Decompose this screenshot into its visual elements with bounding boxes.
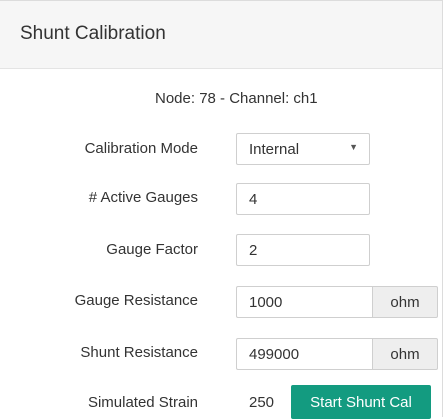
node-channel-info: Node: 78 - Channel: ch1 <box>155 90 318 107</box>
gauge-resistance-unit: ohm <box>372 286 438 318</box>
panel-header: Shunt Calibration <box>0 1 442 69</box>
gauge-resistance-group: 1000 ohm <box>236 286 438 318</box>
calibration-mode-value: Internal <box>249 141 300 158</box>
gauge-factor-value: 2 <box>249 242 258 259</box>
shunt-calibration-panel: Shunt Calibration Node: 78 - Channel: ch… <box>0 0 443 419</box>
caret-down-icon: ▼ <box>349 142 358 152</box>
shunt-resistance-group: 499000 ohm <box>236 338 438 370</box>
active-gauges-value: 4 <box>249 191 258 208</box>
gauge-resistance-value: 1000 <box>249 294 283 311</box>
start-shunt-cal-button[interactable]: Start Shunt Cal <box>291 385 431 419</box>
active-gauges-label: # Active Gauges <box>88 189 198 206</box>
gauge-factor-label: Gauge Factor <box>106 241 198 258</box>
calibration-mode-label: Calibration Mode <box>84 140 198 157</box>
shunt-resistance-input[interactable]: 499000 <box>236 338 372 370</box>
shunt-resistance-label: Shunt Resistance <box>80 344 198 361</box>
gauge-resistance-input[interactable]: 1000 <box>236 286 372 318</box>
panel-title: Shunt Calibration <box>20 23 166 44</box>
gauge-resistance-label: Gauge Resistance <box>74 292 198 309</box>
shunt-resistance-unit: ohm <box>372 338 438 370</box>
simulated-strain-label: Simulated Strain <box>87 394 198 411</box>
simulated-strain-value: 250 <box>249 394 275 411</box>
shunt-resistance-value: 499000 <box>249 346 300 363</box>
gauge-factor-input[interactable]: 2 <box>236 234 370 266</box>
calibration-mode-select[interactable]: Internal ▼ <box>236 133 370 165</box>
active-gauges-input[interactable]: 4 <box>236 183 370 215</box>
